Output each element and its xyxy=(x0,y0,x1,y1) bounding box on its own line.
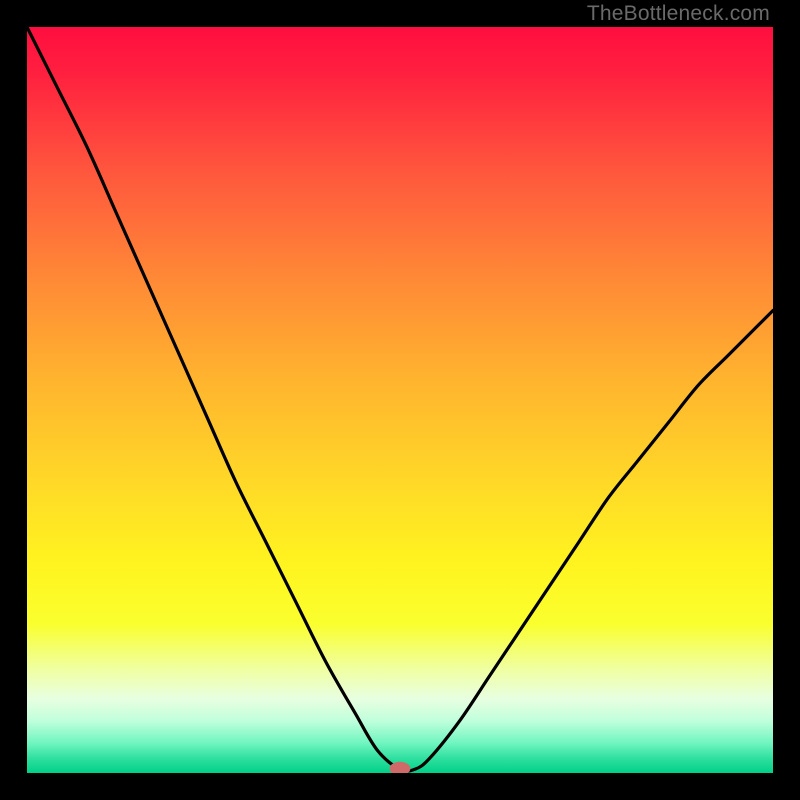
bottleneck-curve xyxy=(27,27,773,771)
plot-area xyxy=(27,27,773,773)
chart-svg xyxy=(27,27,773,773)
chart-frame: TheBottleneck.com xyxy=(0,0,800,800)
watermark-text: TheBottleneck.com xyxy=(587,2,770,26)
